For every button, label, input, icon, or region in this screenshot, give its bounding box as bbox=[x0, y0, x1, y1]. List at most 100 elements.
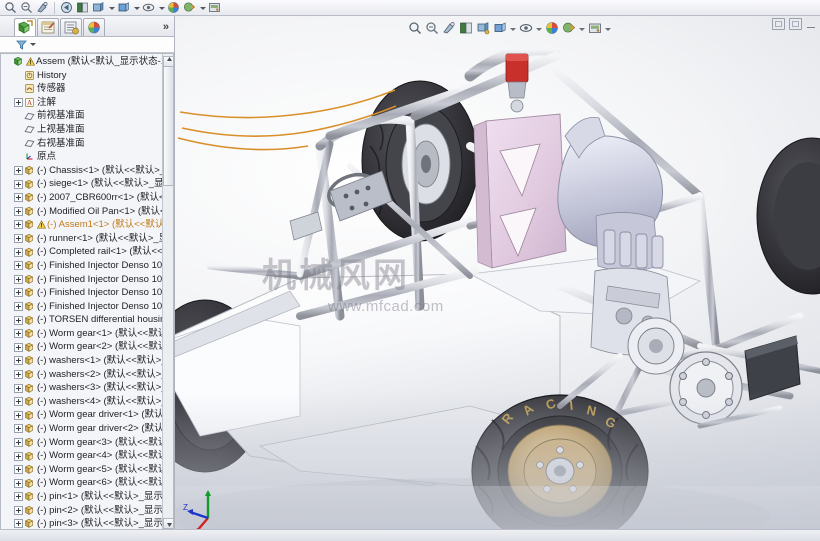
tree-item[interactable]: 右视基准面 bbox=[1, 137, 162, 151]
tree-item[interactable]: 原点 bbox=[1, 150, 162, 164]
feature-manager-tab[interactable] bbox=[14, 18, 36, 36]
tree-item[interactable]: (-) washers<4> (默认<<默认>_显 bbox=[1, 395, 162, 409]
tree-item[interactable]: (-) pin<3> (默认<<默认>_显示状 bbox=[1, 517, 162, 529]
tree-expander-icon[interactable] bbox=[14, 519, 23, 529]
tree-item[interactable]: (-) 2007_CBR600rr<1> (默认<<默 bbox=[1, 191, 162, 205]
feature-tree[interactable]: Assem (默认<默认_显示状态-1>) History 传感器 A 注解 前视基准面上… bbox=[1, 54, 162, 529]
tree-expander-icon[interactable] bbox=[14, 424, 23, 434]
tree-item[interactable]: (-) Worm gear<1> (默认<<默认 bbox=[1, 327, 162, 341]
apply-scene-caret[interactable] bbox=[199, 1, 206, 14]
tree-expander-icon[interactable] bbox=[14, 301, 23, 311]
tree-expander-icon[interactable] bbox=[14, 356, 23, 366]
previous-view-icon[interactable] bbox=[60, 1, 73, 14]
tree-expander-icon[interactable] bbox=[14, 98, 23, 108]
section-view-icon[interactable] bbox=[459, 21, 473, 35]
apply-scene-icon[interactable] bbox=[183, 1, 196, 14]
tree-expander-icon[interactable] bbox=[14, 193, 23, 203]
tree-expander-icon[interactable] bbox=[14, 274, 23, 284]
hide-show-caret[interactable] bbox=[158, 1, 165, 14]
view-orientation-caret[interactable] bbox=[108, 1, 115, 14]
zoom-to-fit-icon[interactable] bbox=[4, 1, 17, 14]
tree-expander-icon[interactable] bbox=[14, 247, 23, 257]
tree-item[interactable]: (-) runner<1> (默认<<默认>_显 bbox=[1, 232, 162, 246]
tree-item[interactable]: (-) Completed rail<1> (默认<<默 bbox=[1, 245, 162, 259]
tree-expander-icon[interactable] bbox=[14, 369, 23, 379]
tree-item[interactable]: (-) Chassis<1> (默认<<默认>_显 bbox=[1, 164, 162, 178]
tabs-expand-button[interactable]: » bbox=[163, 22, 169, 33]
tree-expander-icon[interactable] bbox=[14, 315, 23, 325]
edit-appearance-icon[interactable] bbox=[545, 21, 559, 35]
tree-expander-icon[interactable] bbox=[14, 342, 23, 352]
tree-expander-icon[interactable] bbox=[14, 492, 23, 502]
tree-expander-icon[interactable] bbox=[14, 261, 23, 271]
tree-expander-icon[interactable] bbox=[14, 220, 23, 230]
tree-item[interactable]: (-) Finished Injector Denso 1060 bbox=[1, 300, 162, 314]
view-orientation-icon[interactable] bbox=[92, 1, 105, 14]
tree-item[interactable]: (-) Worm gear<4> (默认<<默认 bbox=[1, 449, 162, 463]
tree-item[interactable]: A 注解 bbox=[1, 96, 162, 110]
tree-item[interactable]: (-) Finished Injector Denso 1060 bbox=[1, 259, 162, 273]
zoom-in-out-icon[interactable] bbox=[36, 1, 49, 14]
vertical-scroll-thumb[interactable] bbox=[163, 66, 173, 186]
display-manager-tab[interactable] bbox=[83, 18, 105, 36]
tree-expander-icon[interactable] bbox=[14, 451, 23, 461]
restore-down-button[interactable] bbox=[772, 18, 785, 30]
hide-show-caret[interactable] bbox=[536, 21, 542, 35]
tree-item[interactable]: (-) Assem1<1> (默认<<默认> bbox=[1, 218, 162, 232]
tree-expander-icon[interactable] bbox=[14, 410, 23, 420]
tree-expander-icon[interactable] bbox=[14, 234, 23, 244]
tree-item[interactable]: (-) siege<1> (默认<<默认>_显示 bbox=[1, 177, 162, 191]
tree-item[interactable]: 上视基准面 bbox=[1, 123, 162, 137]
hide-show-icon[interactable] bbox=[519, 21, 533, 35]
tree-item[interactable]: (-) Worm gear<3> (默认<<默认 bbox=[1, 436, 162, 450]
section-view-icon[interactable] bbox=[76, 1, 89, 14]
tree-item[interactable]: (-) Worm gear driver<2> (默认< bbox=[1, 422, 162, 436]
tree-item[interactable]: (-) Finished Injector Denso 1060 bbox=[1, 286, 162, 300]
zoom-to-fit-icon[interactable] bbox=[408, 21, 422, 35]
tree-filter-bar[interactable] bbox=[0, 37, 174, 53]
tree-expander-icon[interactable] bbox=[14, 206, 23, 216]
tree-item[interactable]: Assem (默认<默认_显示状态-1>) bbox=[1, 55, 162, 69]
tree-item[interactable]: (-) washers<3> (默认<<默认>_显 bbox=[1, 381, 162, 395]
tree-expander-icon[interactable] bbox=[14, 329, 23, 339]
edit-appearance-icon[interactable] bbox=[167, 1, 180, 14]
tree-item[interactable]: (-) washers<1> (默认<<默认>_显 bbox=[1, 354, 162, 368]
tree-item[interactable]: (-) Worm gear driver<1> (默认< bbox=[1, 408, 162, 422]
apply-scene-icon[interactable] bbox=[562, 21, 576, 35]
tree-item[interactable]: (-) pin<1> (默认<<默认>_显示状 bbox=[1, 490, 162, 504]
hide-show-items-icon[interactable] bbox=[142, 1, 155, 14]
close-button[interactable] bbox=[806, 18, 816, 30]
tree-item[interactable]: 前视基准面 bbox=[1, 109, 162, 123]
view-settings-icon[interactable] bbox=[208, 1, 221, 14]
tree-item[interactable]: (-) pin<2> (默认<<默认>_显示状 bbox=[1, 504, 162, 518]
view-settings-caret[interactable] bbox=[605, 21, 611, 35]
tree-item[interactable]: (-) Worm gear<2> (默认<<默认 bbox=[1, 340, 162, 354]
configuration-manager-tab[interactable] bbox=[60, 18, 82, 36]
tree-item[interactable]: History bbox=[1, 69, 162, 83]
tree-expander-icon[interactable] bbox=[14, 437, 23, 447]
tree-item[interactable]: 传感器 bbox=[1, 82, 162, 96]
display-style-caret[interactable] bbox=[510, 21, 516, 35]
view-orientation-icon[interactable] bbox=[476, 21, 490, 35]
tree-expander-icon[interactable] bbox=[14, 397, 23, 407]
maximize-button[interactable] bbox=[789, 18, 802, 30]
tree-item[interactable]: (-) TORSEN differential housing bbox=[1, 313, 162, 327]
filter-icon[interactable] bbox=[16, 39, 27, 50]
tree-item[interactable]: (-) Modified Oil Pan<1> (默认< bbox=[1, 205, 162, 219]
tree-expander-icon[interactable] bbox=[14, 166, 23, 176]
tree-item[interactable]: (-) washers<2> (默认<<默认>_显 bbox=[1, 368, 162, 382]
apply-scene-caret[interactable] bbox=[579, 21, 585, 35]
zoom-to-area-icon[interactable] bbox=[20, 1, 33, 14]
view-settings-icon[interactable] bbox=[588, 21, 602, 35]
display-style-icon[interactable] bbox=[493, 21, 507, 35]
tree-expander-icon[interactable] bbox=[14, 288, 23, 298]
display-style-icon[interactable] bbox=[117, 1, 130, 14]
tree-expander-icon[interactable] bbox=[14, 478, 23, 488]
tree-item[interactable]: (-) Finished Injector Denso 1060 bbox=[1, 273, 162, 287]
zoom-in-out-icon[interactable] bbox=[442, 21, 456, 35]
tree-expander-icon[interactable] bbox=[14, 179, 23, 189]
tree-expander-icon[interactable] bbox=[14, 505, 23, 515]
zoom-to-area-icon[interactable] bbox=[425, 21, 439, 35]
tree-expander-icon[interactable] bbox=[14, 383, 23, 393]
tree-expander-icon[interactable] bbox=[14, 465, 23, 475]
